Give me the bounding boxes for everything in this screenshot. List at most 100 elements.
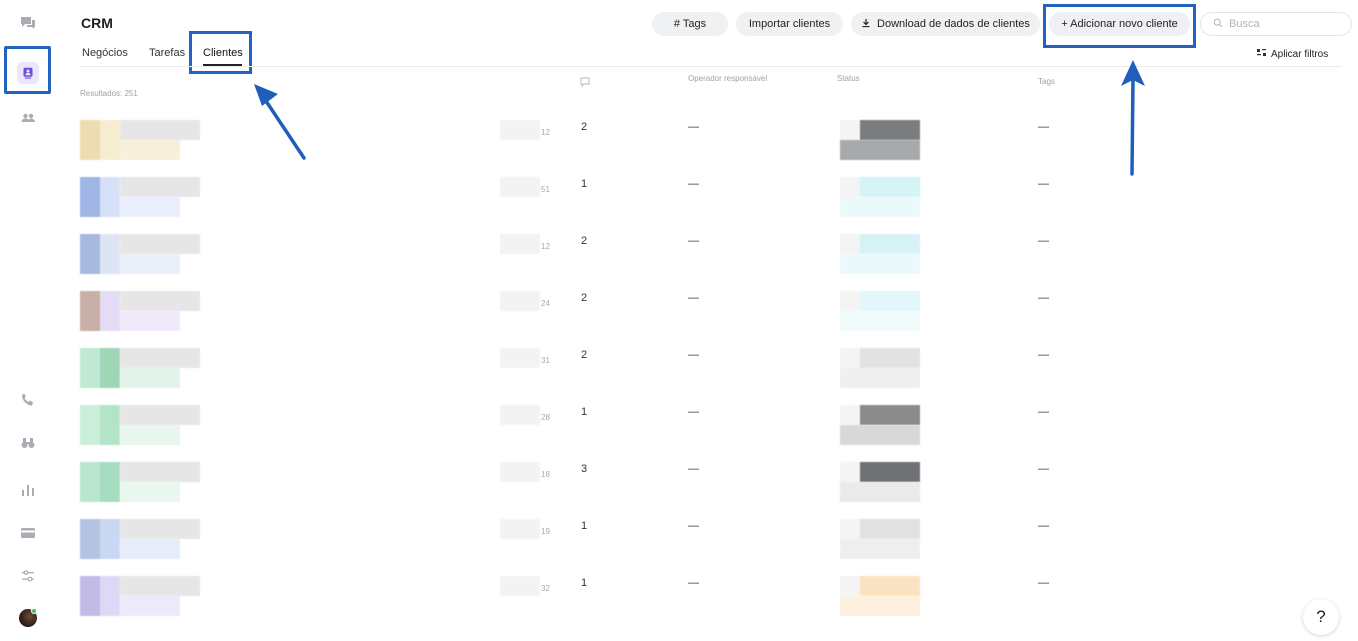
client-avatar-blurred: [80, 576, 120, 616]
add-client-highlight-box: [1043, 4, 1196, 48]
client-extra-blurred: [500, 177, 540, 197]
search-box[interactable]: [1200, 12, 1352, 36]
client-small-number: 19: [541, 527, 550, 536]
client-name-blurred: [120, 120, 200, 140]
search-icon: [1213, 15, 1223, 33]
online-status-dot: [31, 608, 37, 614]
status-badge-blurred[interactable]: [840, 348, 920, 368]
apply-filters-label: Aplicar filtros: [1271, 48, 1329, 60]
message-count: 1: [581, 577, 588, 589]
client-detail-blurred: [120, 254, 180, 274]
status-sub-blurred: [840, 254, 920, 274]
status-badge-blurred[interactable]: [840, 576, 920, 596]
status-sub-blurred: [840, 539, 920, 559]
operator-value: —: [688, 178, 699, 190]
client-name-blurred: [120, 405, 200, 425]
tags-value: —: [1038, 349, 1049, 361]
tags-button[interactable]: # Tags: [652, 12, 728, 36]
client-small-number: 18: [541, 470, 550, 479]
client-name-blurred: [120, 291, 200, 311]
message-count: 1: [581, 520, 588, 532]
sidebar: [0, 0, 56, 641]
table-row[interactable]: 28 1 — —: [80, 404, 1340, 461]
import-clients-button[interactable]: Importar clientes: [736, 12, 843, 36]
phone-icon[interactable]: [14, 386, 42, 414]
client-extra-blurred: [500, 519, 540, 539]
apply-filters-button[interactable]: Aplicar filtros: [1257, 48, 1328, 60]
tags-column-header: Tags: [1038, 77, 1055, 86]
client-name-blurred: [120, 234, 200, 254]
client-detail-blurred: [120, 140, 180, 160]
tags-value: —: [1038, 292, 1049, 304]
operator-value: —: [688, 235, 699, 247]
client-extra-blurred: [500, 462, 540, 482]
client-small-number: 32: [541, 584, 550, 593]
table-row[interactable]: 31 2 — —: [80, 347, 1340, 404]
operator-value: —: [688, 520, 699, 532]
message-count: 2: [581, 349, 588, 361]
billing-icon[interactable]: [14, 519, 42, 547]
client-extra-blurred: [500, 348, 540, 368]
table-row[interactable]: 51 1 — —: [80, 176, 1340, 233]
binoculars-icon[interactable]: [14, 429, 42, 457]
table-row[interactable]: 24 2 — —: [80, 290, 1340, 347]
tags-value: —: [1038, 406, 1049, 418]
status-sub-blurred: [840, 311, 920, 331]
client-detail-blurred: [120, 197, 180, 217]
client-extra-blurred: [500, 291, 540, 311]
annotation-arrow-tab: [254, 84, 306, 160]
status-sub-blurred: [840, 482, 920, 502]
tags-value: —: [1038, 520, 1049, 532]
client-detail-blurred: [120, 482, 180, 502]
header-divider: [80, 66, 1342, 67]
client-small-number: 12: [541, 128, 550, 137]
table-row[interactable]: 32 1 — —: [80, 575, 1340, 632]
page-title: CRM: [81, 15, 113, 31]
message-count: 2: [581, 121, 588, 133]
tags-value: —: [1038, 235, 1049, 247]
analytics-icon[interactable]: [14, 476, 42, 504]
help-button[interactable]: ?: [1303, 599, 1339, 635]
client-small-number: 51: [541, 185, 550, 194]
status-sub-blurred: [840, 197, 920, 217]
status-badge-blurred[interactable]: [840, 405, 920, 425]
client-avatar-blurred: [80, 177, 120, 217]
clientes-tab-highlight-box: [189, 31, 252, 74]
client-extra-blurred: [500, 234, 540, 254]
message-count: 1: [581, 178, 588, 190]
client-name-blurred: [120, 519, 200, 539]
status-badge-blurred[interactable]: [840, 519, 920, 539]
client-detail-blurred: [120, 539, 180, 559]
status-badge-blurred[interactable]: [840, 462, 920, 482]
contacts-icon[interactable]: [17, 62, 39, 84]
client-detail-blurred: [120, 425, 180, 445]
operator-value: —: [688, 121, 699, 133]
team-icon[interactable]: [14, 104, 42, 132]
search-input[interactable]: [1229, 18, 1339, 30]
annotation-arrow-add: [1121, 60, 1145, 176]
client-extra-blurred: [500, 120, 540, 140]
download-clients-button[interactable]: Download de dados de clientes: [851, 12, 1040, 36]
status-badge-blurred[interactable]: [840, 177, 920, 197]
table-row[interactable]: 12 2 — —: [80, 233, 1340, 290]
status-badge-blurred[interactable]: [840, 291, 920, 311]
table-row[interactable]: 19 1 — —: [80, 518, 1340, 575]
client-name-blurred: [120, 348, 200, 368]
operator-column-header: Operador responsável: [688, 74, 768, 83]
client-avatar-blurred: [80, 348, 120, 388]
client-avatar-blurred: [80, 519, 120, 559]
tab-tarefas[interactable]: Tarefas: [149, 46, 185, 64]
client-name-blurred: [120, 177, 200, 197]
message-count: 3: [581, 463, 588, 475]
status-badge-blurred[interactable]: [840, 120, 920, 140]
status-sub-blurred: [840, 596, 920, 616]
status-badge-blurred[interactable]: [840, 234, 920, 254]
table-row[interactable]: 18 3 — —: [80, 461, 1340, 518]
settings-icon[interactable]: [14, 562, 42, 590]
tab-negocios[interactable]: Negócios: [82, 46, 128, 64]
status-sub-blurred: [840, 368, 920, 388]
client-avatar-blurred: [80, 234, 120, 274]
client-avatar-blurred: [80, 291, 120, 331]
chat-icon[interactable]: [14, 9, 42, 37]
status-column-header: Status: [837, 74, 860, 83]
